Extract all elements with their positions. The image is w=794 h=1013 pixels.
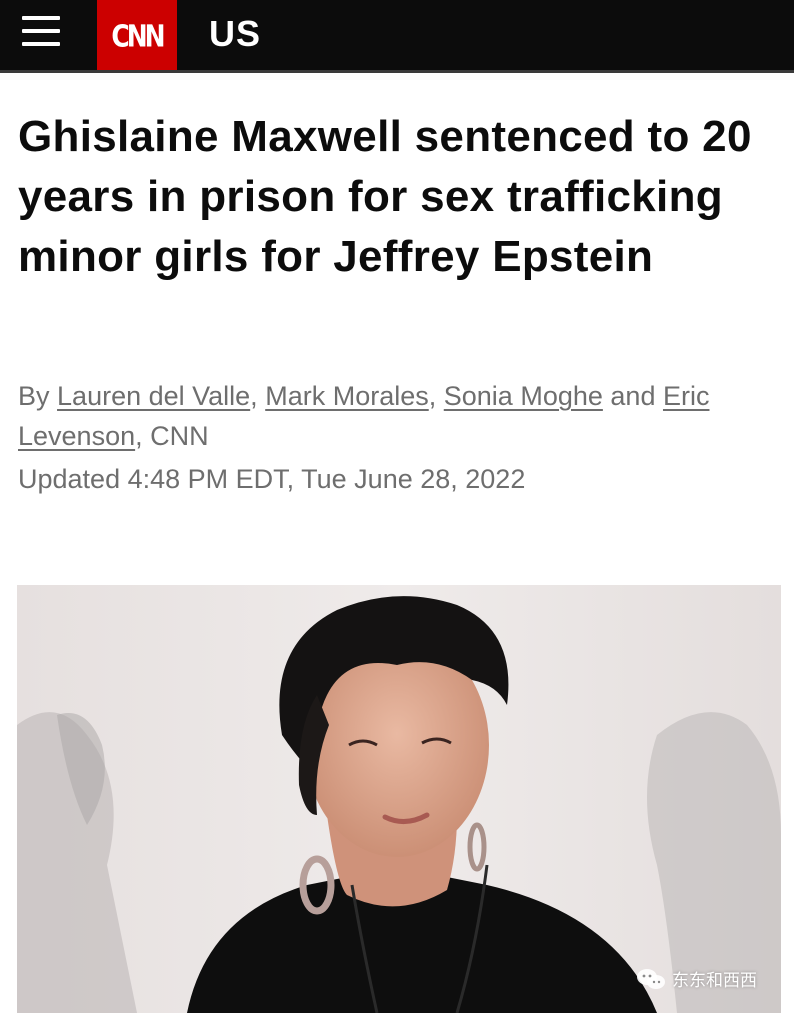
article-headline: Ghislaine Maxwell sentenced to 20 years … [18, 112, 752, 281]
byline-conjunction: and [610, 381, 656, 411]
author-link-mark-morales[interactable]: Mark Morales [265, 381, 429, 411]
article-timestamp: Updated 4:48 PM EDT, Tue June 28, 2022 [18, 464, 526, 494]
author-link-sonia-moghe[interactable]: Sonia Moghe [444, 381, 603, 411]
wechat-icon [637, 968, 665, 989]
watermark-text: 东东和西西 [672, 971, 757, 990]
top-nav-bar: CNN US [0, 0, 794, 72]
article-lead-photo[interactable]: 东东和西西 [17, 585, 781, 1013]
byline-separator: , [428, 381, 437, 411]
lead-photo-illustration [17, 585, 781, 1013]
cnn-logo-text: CNN [111, 18, 165, 54]
byline-prefix: By [18, 381, 50, 411]
nav-divider [0, 70, 794, 73]
article-byline: By Lauren del Valle, Mark Morales, Sonia… [18, 376, 778, 456]
section-link-us[interactable]: US [209, 13, 261, 55]
byline-separator: , [250, 381, 258, 411]
cnn-logo[interactable]: CNN [97, 0, 177, 72]
hamburger-menu-icon[interactable] [22, 14, 60, 50]
byline-source: , CNN [135, 421, 209, 451]
author-link-lauren-del-valle[interactable]: Lauren del Valle [57, 381, 250, 411]
photo-watermark: 东东和西西 [636, 966, 757, 991]
